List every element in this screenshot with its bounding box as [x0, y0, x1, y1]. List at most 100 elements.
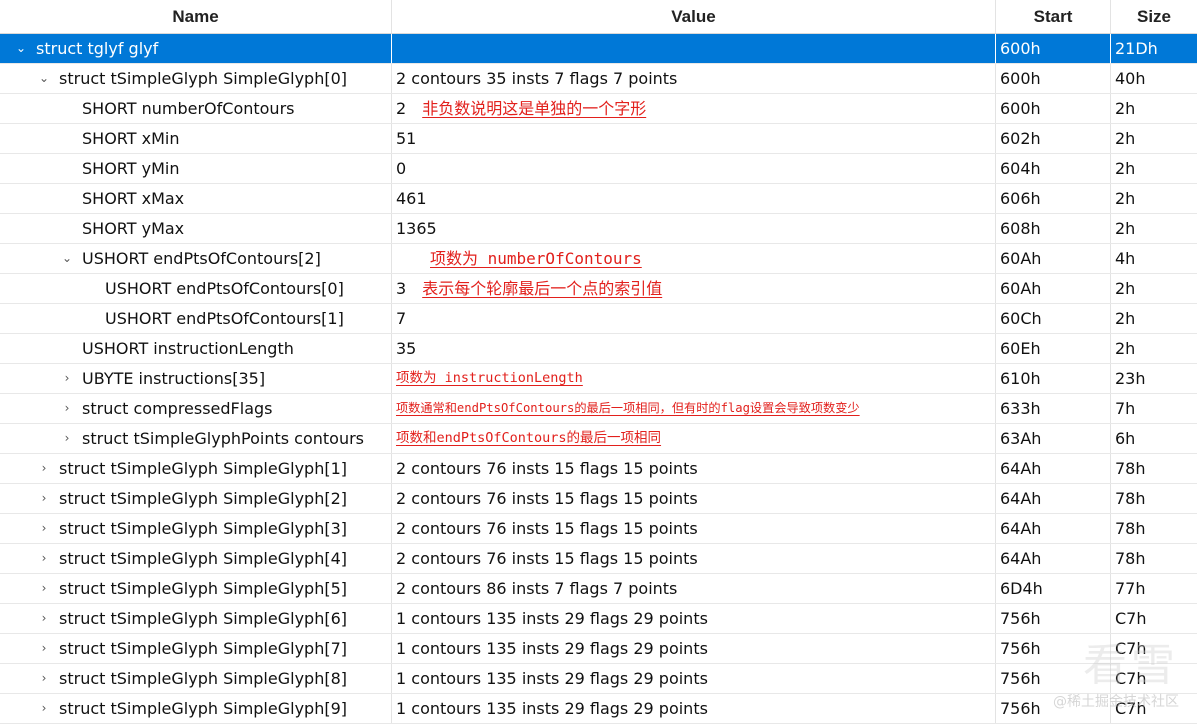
tree-row-endpts-array[interactable]: ⌄ USHORT endPtsOfContours[2] 项数为 numberO… [0, 244, 1197, 274]
tree-row-endpts-0[interactable]: USHORT endPtsOfContours[0] 3 表示每个轮廓最后一个点… [0, 274, 1197, 304]
chevron-right-icon[interactable]: › [37, 694, 51, 723]
chevron-down-icon[interactable]: ⌄ [14, 34, 28, 63]
row-name: USHORT endPtsOfContours[2] [82, 249, 321, 268]
value-cell: 0 [392, 154, 996, 183]
tree-row-xmin[interactable]: SHORT xMin 51 602h 2h [0, 124, 1197, 154]
start-cell: 64Ah [996, 484, 1111, 513]
chevron-right-icon[interactable]: › [37, 664, 51, 693]
row-name: struct tSimpleGlyph SimpleGlyph[0] [59, 69, 347, 88]
tree-row-number-of-contours[interactable]: SHORT numberOfContours 2 非负数说明这是单独的一个字形 … [0, 94, 1197, 124]
name-cell: › struct tSimpleGlyph SimpleGlyph[6] [0, 604, 392, 633]
chevron-right-icon[interactable]: › [37, 544, 51, 573]
start-cell: 60Eh [996, 334, 1111, 363]
chevron-right-icon[interactable]: › [60, 364, 74, 393]
size-cell: 40h [1115, 69, 1146, 88]
value-cell: 2 非负数说明这是单独的一个字形 [392, 94, 996, 123]
column-header-start[interactable]: Start [996, 0, 1111, 33]
annotation-note: 表示每个轮廓最后一个点的索引值 [422, 279, 663, 298]
size-cell: 7h [1115, 399, 1136, 418]
name-cell: › struct tSimpleGlyph SimpleGlyph[1] [0, 454, 392, 483]
size-cell: C7h [1115, 609, 1147, 628]
chevron-right-icon[interactable]: › [60, 424, 74, 453]
tree-row-instructions[interactable]: › UBYTE instructions[35] 项数为 instruction… [0, 364, 1197, 394]
start-cell: 610h [996, 364, 1111, 393]
start-cell: 63Ah [996, 424, 1111, 453]
size-cell: 78h [1115, 489, 1146, 508]
value-cell: 461 [392, 184, 996, 213]
row-value: 1365 [396, 219, 437, 238]
row-name: USHORT instructionLength [82, 339, 294, 358]
start-cell: 606h [996, 184, 1111, 213]
name-cell: SHORT yMax [0, 214, 392, 243]
start-cell: 756h [996, 664, 1111, 693]
annotation-note: 项数为 numberOfContours [430, 249, 642, 268]
tree-row-xmax[interactable]: SHORT xMax 461 606h 2h [0, 184, 1197, 214]
row-value: 1 contours 135 insts 29 flags 29 points [396, 609, 708, 628]
row-name: USHORT endPtsOfContours[0] [105, 279, 344, 298]
row-name: SHORT yMax [82, 219, 185, 238]
chevron-right-icon[interactable]: › [37, 454, 51, 483]
row-value: 1 contours 135 insts 29 flags 29 points [396, 669, 708, 688]
row-value: 1 contours 135 insts 29 flags 29 points [396, 699, 708, 718]
name-cell: USHORT endPtsOfContours[0] [0, 274, 392, 303]
tree-row-instruction-length[interactable]: USHORT instructionLength 35 60Eh 2h [0, 334, 1197, 364]
tree-row-simpleglyph-2[interactable]: › struct tSimpleGlyph SimpleGlyph[2] 2 c… [0, 484, 1197, 514]
name-cell: SHORT xMin [0, 124, 392, 153]
tree-row-glyph-points[interactable]: › struct tSimpleGlyphPoints contours 项数和… [0, 424, 1197, 454]
row-name: struct compressedFlags [82, 399, 273, 418]
tree-row-simpleglyph-6[interactable]: › struct tSimpleGlyph SimpleGlyph[6] 1 c… [0, 604, 1197, 634]
size-cell: 78h [1115, 519, 1146, 538]
tree-row-ymax[interactable]: SHORT yMax 1365 608h 2h [0, 214, 1197, 244]
chevron-right-icon[interactable]: › [37, 484, 51, 513]
row-value: 2 contours 76 insts 15 flags 15 points [396, 549, 698, 568]
start-cell: 608h [996, 214, 1111, 243]
template-results-grid[interactable]: Name Value Start Size ⌄ struct tglyf gly… [0, 0, 1197, 724]
start-cell: 604h [996, 154, 1111, 183]
row-name: SHORT xMin [82, 129, 180, 148]
tree-row-simpleglyph-5[interactable]: › struct tSimpleGlyph SimpleGlyph[5] 2 c… [0, 574, 1197, 604]
name-cell: › struct tSimpleGlyph SimpleGlyph[2] [0, 484, 392, 513]
value-cell: 51 [392, 124, 996, 153]
size-cell: 21Dh [1115, 39, 1158, 58]
column-header-value[interactable]: Value [392, 0, 996, 33]
chevron-down-icon[interactable]: ⌄ [60, 244, 74, 273]
chevron-right-icon[interactable]: › [37, 634, 51, 663]
tree-row-simpleglyph-9[interactable]: › struct tSimpleGlyph SimpleGlyph[9] 1 c… [0, 694, 1197, 724]
tree-row-simpleglyph-1[interactable]: › struct tSimpleGlyph SimpleGlyph[1] 2 c… [0, 454, 1197, 484]
tree-row-ymin[interactable]: SHORT yMin 0 604h 2h [0, 154, 1197, 184]
size-cell: 2h [1115, 309, 1136, 328]
tree-row-simpleglyph-3[interactable]: › struct tSimpleGlyph SimpleGlyph[3] 2 c… [0, 514, 1197, 544]
size-cell: 23h [1115, 369, 1146, 388]
annotation-note: 项数通常和endPtsOfContours的最后一项相同，但有时的flag设置会… [396, 401, 860, 415]
chevron-right-icon[interactable]: › [37, 604, 51, 633]
value-cell: 2 contours 76 insts 15 flags 15 points [392, 484, 996, 513]
tree-row-simpleglyph-0[interactable]: ⌄ struct tSimpleGlyph SimpleGlyph[0] 2 c… [0, 64, 1197, 94]
chevron-right-icon[interactable]: › [37, 514, 51, 543]
row-name: struct tglyf glyf [36, 39, 159, 58]
tree-row-compressed-flags[interactable]: › struct compressedFlags 项数通常和endPtsOfCo… [0, 394, 1197, 424]
size-cell: 2h [1115, 159, 1136, 178]
chevron-down-icon[interactable]: ⌄ [37, 64, 51, 93]
tree-row-simpleglyph-8[interactable]: › struct tSimpleGlyph SimpleGlyph[8] 1 c… [0, 664, 1197, 694]
chevron-right-icon[interactable]: › [37, 574, 51, 603]
start-cell: 60Ah [996, 274, 1111, 303]
name-cell: › struct tSimpleGlyph SimpleGlyph[7] [0, 634, 392, 663]
tree-row-endpts-1[interactable]: USHORT endPtsOfContours[1] 7 60Ch 2h [0, 304, 1197, 334]
column-header-row: Name Value Start Size [0, 0, 1197, 34]
row-name: struct tSimpleGlyph SimpleGlyph[8] [59, 669, 347, 688]
start-cell: 633h [996, 394, 1111, 423]
value-cell: 2 contours 76 insts 15 flags 15 points [392, 454, 996, 483]
tree-row-simpleglyph-7[interactable]: › struct tSimpleGlyph SimpleGlyph[7] 1 c… [0, 634, 1197, 664]
tree-row-glyf[interactable]: ⌄ struct tglyf glyf 600h 21Dh [0, 34, 1197, 64]
row-value: 1 contours 135 insts 29 flags 29 points [396, 639, 708, 658]
name-cell: › struct tSimpleGlyphPoints contours [0, 424, 392, 453]
value-cell: 项数通常和endPtsOfContours的最后一项相同，但有时的flag设置会… [392, 394, 996, 423]
size-cell: 4h [1115, 249, 1136, 268]
chevron-right-icon[interactable]: › [60, 394, 74, 423]
column-header-size[interactable]: Size [1111, 0, 1197, 33]
row-name: UBYTE instructions[35] [82, 369, 266, 388]
value-cell: 7 [392, 304, 996, 333]
name-cell: USHORT endPtsOfContours[1] [0, 304, 392, 333]
column-header-name[interactable]: Name [0, 0, 392, 33]
tree-row-simpleglyph-4[interactable]: › struct tSimpleGlyph SimpleGlyph[4] 2 c… [0, 544, 1197, 574]
